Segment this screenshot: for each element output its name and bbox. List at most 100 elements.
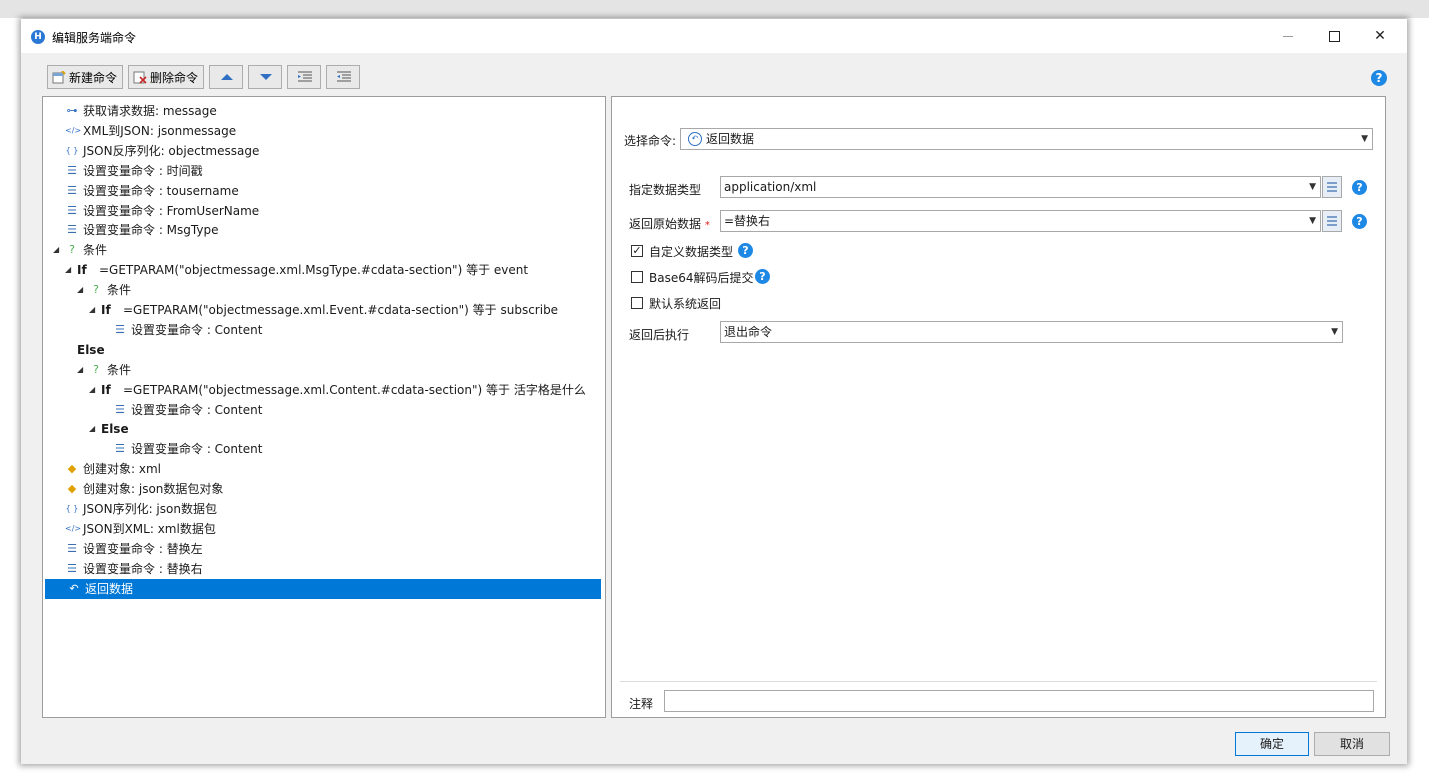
new-command-icon xyxy=(52,71,66,84)
tree-item[interactable]: ◢? 条件 xyxy=(43,280,603,300)
custom-type-checkbox[interactable]: ✓ xyxy=(631,245,643,257)
tree-item[interactable]: ◢ If =GETPARAM("objectmessage.xml.MsgType.… xyxy=(43,260,603,280)
tree-item[interactable]: ☰ 设置变量命令 : 替换右 xyxy=(43,559,603,579)
tree-item[interactable]: { } JSON反序列化: objectmessage xyxy=(43,141,603,161)
raw-data-dropdown[interactable]: =替换右 ▼ xyxy=(720,210,1321,232)
custom-type-help-icon[interactable]: ? xyxy=(738,243,753,258)
tree-item[interactable]: </> XML到JSON: jsonmessage xyxy=(43,121,603,141)
tree-item[interactable]: ☰ 设置变量命令 : Content xyxy=(43,400,603,420)
expand-toggle-icon[interactable]: ◢ xyxy=(89,300,99,320)
return-data-icon: ↶ xyxy=(688,132,702,146)
tree-item[interactable]: ◆ 创建对象: xml xyxy=(43,459,603,479)
after-return-dropdown[interactable]: 退出命令 ▼ xyxy=(720,321,1343,343)
branch-keyword: Else xyxy=(77,342,105,357)
tree-item[interactable]: ☰ 设置变量命令 : Content xyxy=(43,320,603,340)
maximize-icon xyxy=(1328,30,1340,42)
close-button[interactable]: ✕ xyxy=(1357,19,1403,53)
branch-keyword: If xyxy=(101,382,111,397)
required-marker: * xyxy=(704,220,710,231)
set-variable-icon: ☰ xyxy=(115,322,125,336)
request-data-icon: ⊶ xyxy=(66,104,78,117)
expand-toggle-icon[interactable]: ◢ xyxy=(89,380,99,400)
expand-toggle-icon[interactable]: ◢ xyxy=(77,360,87,380)
outdent-button[interactable] xyxy=(326,65,360,89)
outdent-icon xyxy=(337,71,351,82)
help-icon[interactable]: ? xyxy=(1371,70,1387,86)
after-return-value: 退出命令 xyxy=(724,325,773,339)
raw-data-formula-button[interactable] xyxy=(1322,210,1342,232)
minimize-button[interactable] xyxy=(1265,19,1311,53)
json-icon: { } xyxy=(65,504,79,513)
data-type-formula-button[interactable] xyxy=(1322,176,1342,198)
return-data-icon: ↶ xyxy=(69,581,79,595)
delete-command-label: 删除命令 xyxy=(150,71,199,85)
tree-item[interactable]: ↶ 返回数据 xyxy=(45,578,601,599)
formula-edit-icon xyxy=(1327,182,1337,192)
expand-toggle-icon[interactable]: ◢ xyxy=(77,280,87,300)
maximize-button[interactable] xyxy=(1311,19,1357,53)
indent-button[interactable] xyxy=(287,65,321,89)
command-properties-panel: 选择命令: ↶ 返回数据 ▼ 指定数据类型 application/xml ▼ … xyxy=(611,96,1386,718)
tree-item-label: =GETPARAM("objectmessage.xml.MsgType.#cd… xyxy=(99,263,529,278)
tree-item-label: 设置变量命令 : Content xyxy=(131,322,263,337)
move-down-button[interactable] xyxy=(248,65,282,89)
select-command-dropdown[interactable]: ↶ 返回数据 ▼ xyxy=(680,128,1373,150)
tree-item[interactable]: Else xyxy=(43,340,603,360)
tree-item[interactable]: </> JSON到XML: xml数据包 xyxy=(43,519,603,539)
command-tree: ⊶ 获取请求数据: message </> XML到JSON: jsonmessage… xyxy=(42,96,606,718)
app-logo-icon: H xyxy=(31,30,45,44)
tree-item-label: JSON序列化: json数据包 xyxy=(83,502,217,516)
chevron-down-icon: ▼ xyxy=(1309,216,1316,226)
tree-item[interactable]: ⊶ 获取请求数据: message xyxy=(43,101,603,121)
new-command-label: 新建命令 xyxy=(69,71,118,85)
background-strip xyxy=(0,0,1429,18)
tree-item[interactable]: ☰ 设置变量命令 : MsgType xyxy=(43,220,603,240)
move-up-button[interactable] xyxy=(209,65,243,89)
data-type-help-icon[interactable]: ? xyxy=(1352,180,1367,195)
formula-edit-icon xyxy=(1327,216,1337,226)
ok-button[interactable]: 确定 xyxy=(1235,732,1309,756)
delete-command-button[interactable]: 删除命令 xyxy=(128,65,204,89)
set-variable-icon: ☰ xyxy=(67,183,77,197)
custom-type-label: 自定义数据类型 xyxy=(649,245,734,259)
data-type-dropdown[interactable]: application/xml ▼ xyxy=(720,176,1321,198)
default-return-checkbox[interactable] xyxy=(631,297,643,309)
set-variable-icon: ☰ xyxy=(67,223,77,237)
tree-item-label: XML到JSON: jsonmessage xyxy=(83,123,237,138)
tree-item[interactable]: ☰ 设置变量命令 : 替换左 xyxy=(43,539,603,559)
tree-item[interactable]: ◢ If =GETPARAM("objectmessage.xml.Content.… xyxy=(43,380,603,400)
expand-toggle-icon[interactable]: ◢ xyxy=(89,419,99,439)
tree-item-label: 条件 xyxy=(83,243,108,258)
base64-help-icon[interactable]: ? xyxy=(755,269,770,284)
tree-item-label: 设置变量命令 : Content xyxy=(131,402,263,417)
expand-toggle-icon[interactable]: ◢ xyxy=(53,240,63,260)
tree-item[interactable]: ◢? 条件 xyxy=(43,240,603,260)
base64-checkbox[interactable] xyxy=(631,271,643,283)
note-label: 注释 xyxy=(629,697,654,711)
tree-item[interactable]: ☰ 设置变量命令 : tousername xyxy=(43,181,603,201)
tree-item[interactable]: ☰ 设置变量命令 : 时间戳 xyxy=(43,161,603,181)
arrow-down-icon xyxy=(260,74,272,80)
divider xyxy=(620,681,1377,682)
tree-item[interactable]: ☰ 设置变量命令 : FromUserName xyxy=(43,201,603,221)
raw-data-help-icon[interactable]: ? xyxy=(1352,214,1367,229)
chevron-down-icon: ▼ xyxy=(1309,182,1316,192)
tree-item-label: 条件 xyxy=(107,362,132,377)
cancel-button[interactable]: 取消 xyxy=(1314,732,1390,756)
tree-item[interactable]: ◢? 条件 xyxy=(43,360,603,380)
tree-item-label: 设置变量命令 : 时间戳 xyxy=(83,163,203,178)
data-type-value: application/xml xyxy=(724,180,817,194)
expand-toggle-icon[interactable]: ◢ xyxy=(65,260,75,280)
tree-item[interactable]: { } JSON序列化: json数据包 xyxy=(43,499,603,519)
close-icon: ✕ xyxy=(1374,28,1386,44)
note-input[interactable] xyxy=(664,690,1374,712)
after-return-label: 返回后执行 xyxy=(629,328,690,342)
set-variable-icon: ☰ xyxy=(67,163,77,177)
branch-keyword: If xyxy=(77,263,87,278)
tree-item[interactable]: ◢ Else xyxy=(43,419,603,439)
tree-item[interactable]: ☰ 设置变量命令 : Content xyxy=(43,439,603,459)
tree-item[interactable]: ◢ If =GETPARAM("objectmessage.xml.Event.#c… xyxy=(43,300,603,320)
select-command-label: 选择命令: xyxy=(624,134,677,148)
tree-item[interactable]: ◆ 创建对象: json数据包对象 xyxy=(43,479,603,499)
new-command-button[interactable]: 新建命令 xyxy=(47,65,123,89)
